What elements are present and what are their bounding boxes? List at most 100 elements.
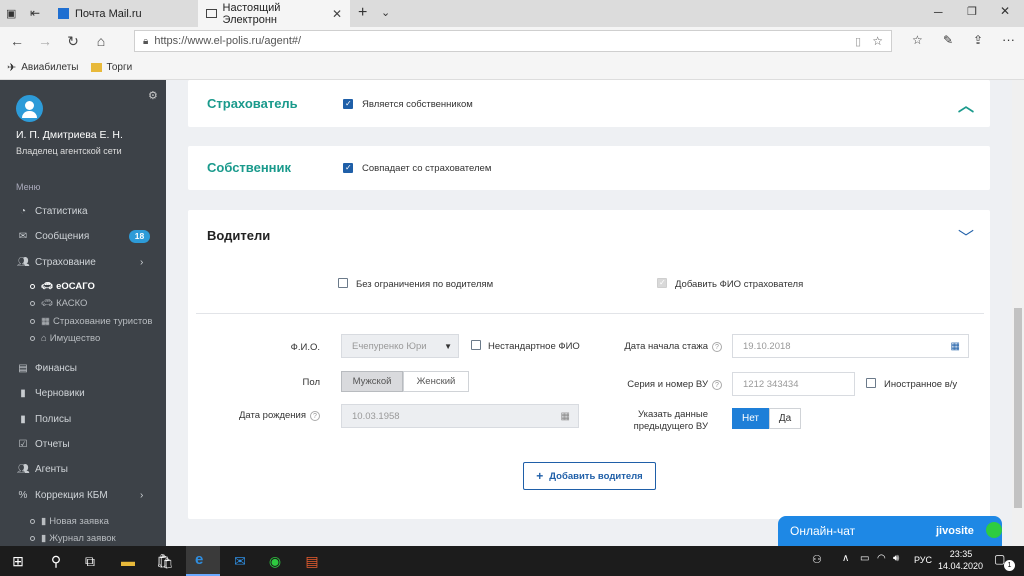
file-icon: ▮ <box>41 516 47 527</box>
pen-icon[interactable]: ✎ <box>943 33 953 47</box>
favorites-bar: ✈ Авиабилеты Торги <box>0 55 1024 80</box>
volume-icon[interactable]: 🔊︎ <box>893 553 899 564</box>
sidebar-item-finance[interactable]: ▤ Финансы <box>0 357 166 379</box>
sidebar-subitem-tourists[interactable]: ▦ Страхование туристов <box>30 316 152 327</box>
tray-chevron-up-icon[interactable]: ∧ <box>842 553 849 564</box>
is-owner-checkbox[interactable] <box>343 99 353 109</box>
bookmark-torgi[interactable]: Торги <box>107 62 133 73</box>
help-icon[interactable]: ? <box>712 380 722 390</box>
url-field[interactable]: 🔒︎ https://www.el-polis.ru/agent#/ ▯ ☆ <box>134 30 892 52</box>
windows-start-icon[interactable]: ⊞ <box>8 551 28 571</box>
owner-card: Собственник Совпадает со страхователем <box>188 146 990 190</box>
help-icon[interactable]: ? <box>712 342 722 352</box>
calendar-icon[interactable]: ▦ <box>561 411 570 422</box>
sidebar-item-drafts[interactable]: ▮ Черновики <box>0 382 166 404</box>
dob-label: Дата рождения <box>238 410 306 421</box>
avatar[interactable] <box>16 95 43 122</box>
forward-icon[interactable]: → <box>31 33 59 49</box>
edge-taskbar-button[interactable]: e <box>186 546 220 576</box>
close-tab-icon[interactable]: ✕ <box>332 7 342 21</box>
favorite-star-icon[interactable]: ☆ <box>872 34 883 48</box>
prev-license-no-button[interactable]: Нет <box>732 408 769 429</box>
set-aside-tabs-icon[interactable]: ⇤ <box>30 6 40 20</box>
dob-field[interactable]: 10.03.1958 ▦ <box>341 404 579 428</box>
gender-male-button[interactable]: Мужской <box>341 371 403 392</box>
reading-view-icon[interactable]: ▯ <box>855 35 861 48</box>
more-icon[interactable]: ··· <box>1002 32 1015 47</box>
search-icon[interactable]: ⚲ <box>46 551 66 571</box>
online-chat-widget[interactable]: Онлайн-чат jivosite <box>778 516 1002 546</box>
add-driver-button[interactable]: + Добавить водителя <box>523 462 656 490</box>
store-icon[interactable]: 🛍︎ <box>155 551 175 571</box>
battery-icon[interactable]: ▭ <box>860 553 869 564</box>
sidebar-subitem-request-log[interactable]: ▮ Журнал заявок <box>30 533 116 544</box>
tab-mail-label: Почта Mail.ru <box>75 7 142 20</box>
clock-date[interactable]: 14.04.2020 <box>938 561 983 571</box>
sidebar-subitem-kasko[interactable]: 🚗︎ КАСКО <box>30 298 87 309</box>
prev-license-yes-button[interactable]: Да <box>769 408 801 429</box>
network-icon[interactable]: ◠ <box>877 553 886 564</box>
home-icon[interactable]: ⌂ <box>87 33 115 49</box>
back-icon[interactable]: ← <box>3 33 31 49</box>
whatsapp-icon[interactable]: ◉ <box>265 551 285 571</box>
new-tab-icon[interactable]: + <box>358 4 367 22</box>
sidebar-item-label: Сообщения <box>35 230 90 242</box>
sidebar-subitem-new-request[interactable]: ▮ Новая заявка <box>30 516 109 527</box>
refresh-icon[interactable]: ↻ <box>59 33 87 50</box>
gender-female-button[interactable]: Женский <box>403 371 469 392</box>
language-indicator[interactable]: РУС <box>914 555 932 565</box>
tab-el-polis[interactable]: Настоящий Электронн ✕ <box>198 0 350 27</box>
bookmark-aviatickets[interactable]: Авиабилеты <box>21 62 78 73</box>
add-insurer-name-checkbox[interactable] <box>657 278 667 288</box>
task-view-icon[interactable]: ⧉ <box>80 551 100 571</box>
document-icon[interactable]: ▤ <box>302 551 322 571</box>
exp-start-field[interactable]: 19.10.2018 ▦ <box>732 334 969 358</box>
sidebar-subitem-property[interactable]: ⌂ Имущество <box>30 333 100 344</box>
favorites-icon[interactable]: ☆ <box>912 33 923 47</box>
nonstandard-fio-checkbox[interactable] <box>471 340 481 350</box>
sidebar-item-kbm[interactable]: % Коррекция КБМ › <box>0 484 166 506</box>
sidebar-item-insurance[interactable]: 👥︎ Страхование › <box>0 251 166 273</box>
restore-icon[interactable]: ❐ <box>967 5 977 18</box>
subitem-label: КАСКО <box>56 298 88 309</box>
scrollbar-thumb[interactable] <box>1014 308 1022 508</box>
same-as-insurer-checkbox[interactable] <box>343 163 353 173</box>
file-explorer-icon[interactable]: ▬ <box>118 551 138 571</box>
subitem-label: Журнал заявок <box>49 533 116 544</box>
license-field[interactable]: 1212 343434 <box>732 372 855 396</box>
scrollbar-track[interactable] <box>1012 80 1024 546</box>
expand-chevron-down-icon[interactable]: ﹀ <box>958 224 974 248</box>
tab-mail[interactable]: Почта Mail.ru <box>50 0 198 27</box>
envelope-icon: ✉ <box>18 230 28 242</box>
sidebar-item-reports[interactable]: ☑ Отчеты <box>0 433 166 455</box>
fio-value: Ечепуренко Юри <box>352 340 427 352</box>
sidebar-item-statistics[interactable]: ◔ Статистика <box>0 200 166 222</box>
sidebar-item-agents[interactable]: 👥︎ Агенты <box>0 458 166 480</box>
fio-select[interactable]: Ечепуренко Юри ▼ <box>341 334 459 358</box>
close-window-icon[interactable]: ✕ <box>1000 4 1010 18</box>
settings-gear-icon[interactable]: ⚙ <box>148 89 158 102</box>
people-icon[interactable]: ⚇ <box>812 553 822 566</box>
share-icon[interactable]: ⇪ <box>973 33 983 47</box>
tab-actions-icon[interactable]: ▣ <box>6 7 18 20</box>
unlimited-drivers-checkbox[interactable] <box>338 278 348 288</box>
sidebar-item-policies[interactable]: ▮ Полисы <box>0 408 166 430</box>
license-value: 1212 343434 <box>743 378 799 390</box>
sidebar-subitem-eosago[interactable]: 🚗︎ еОСАГО <box>30 281 95 292</box>
foreign-license-checkbox[interactable] <box>866 378 876 388</box>
minimize-icon[interactable]: ─ <box>934 5 943 19</box>
collapse-chevron-up-icon[interactable]: ︿ <box>958 92 974 116</box>
users-icon: 👥︎ <box>17 256 30 268</box>
license-label: Серия и номер ВУ <box>627 379 708 390</box>
sidebar-item-messages[interactable]: ✉ Сообщения 18 <box>0 225 166 247</box>
dob-label-wrap: Дата рождения? <box>208 410 320 421</box>
calendar-icon[interactable]: ▦ <box>951 341 960 352</box>
plus-icon: + <box>536 469 544 483</box>
tab-list-chevron-icon[interactable]: ⌄ <box>381 6 390 19</box>
gender-label: Пол <box>302 377 320 388</box>
help-icon[interactable]: ? <box>310 411 320 421</box>
mail-icon[interactable]: ✉ <box>230 551 250 571</box>
sidebar-item-label: Финансы <box>35 362 77 374</box>
same-as-insurer-label: Совпадает со страхователем <box>362 163 492 174</box>
clock-time[interactable]: 23:35 <box>946 549 976 559</box>
